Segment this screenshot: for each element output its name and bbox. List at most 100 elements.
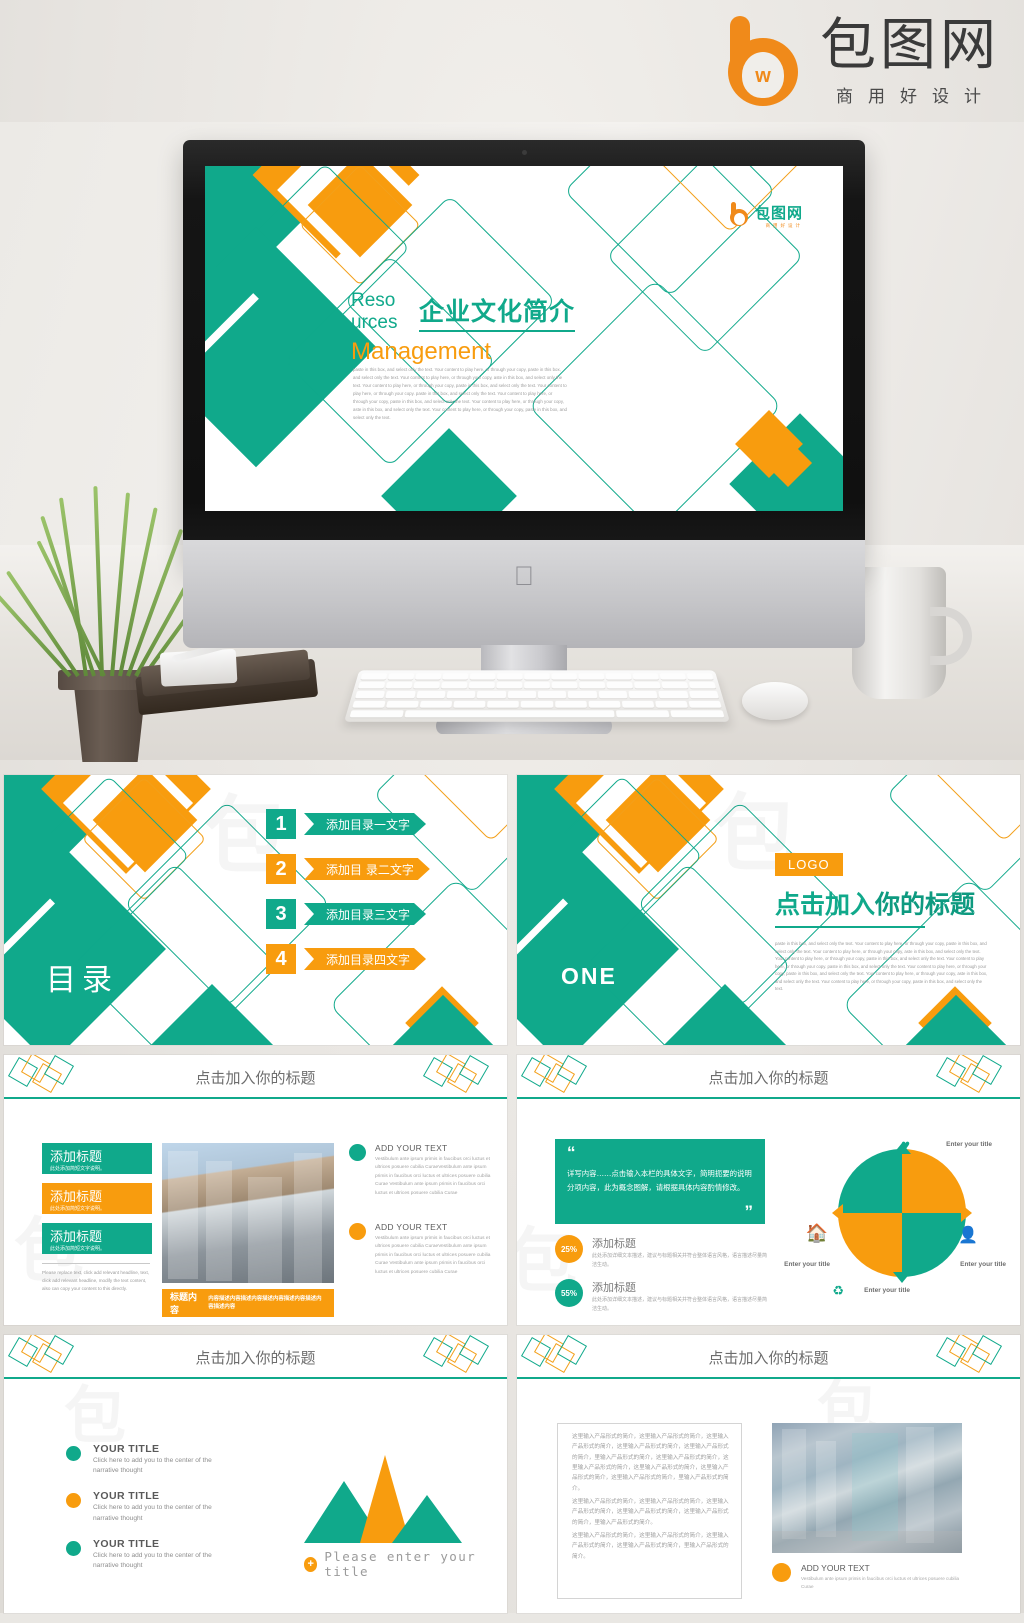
slide-section-one[interactable]: 包 ONE LOGO 点击加入你的标题 paste in this box, a… (517, 775, 1020, 1045)
apple-logo-icon:  (511, 561, 537, 591)
four-quadrant-diagram (832, 1143, 972, 1283)
slide-title: 点击加入你的标题 (708, 1069, 829, 1087)
product-paragraph: 这里输入产品形式的简介，这里输入产品形式的简介，这里输入产品形式的简介，这里输入… (572, 1434, 729, 1492)
pie-label-bottom: Enter your title (864, 1287, 910, 1294)
quadrant-top-right (902, 1149, 966, 1213)
stat-percent: 25% (555, 1235, 583, 1263)
plus-icon: + (304, 1556, 318, 1572)
brand-text: 包图网 商用好设计 (820, 13, 1000, 108)
slide-text-photo[interactable]: 点击加入你的标题 包 这里输入产品形式的简介，这里输入产品形式的简介，这里输入产… (517, 1335, 1020, 1613)
pie-label-left: Enter your title (784, 1261, 830, 1268)
card-subtitle: 此处添加简短文字说明。 (50, 1246, 106, 1252)
mountain-right (392, 1495, 462, 1543)
card-item[interactable]: 添加标题 此处添加简短文字说明。 (42, 1223, 152, 1254)
section-title-part1: 点击加入 (775, 890, 876, 919)
cover-title-cn: 企业文化简介 (419, 292, 576, 332)
bullet-dot-icon (349, 1222, 366, 1240)
toc-item[interactable]: 4 添加目录四文字 (266, 944, 496, 974)
toc-item-label: 添加目录四文字 (304, 948, 426, 970)
section-title: 点击加入你的标题 (775, 885, 1010, 921)
bullet-dot-icon (66, 1493, 81, 1509)
slide-bullets-mountain[interactable]: 点击加入你的标题 包 YOUR TITLE Click here to add … (4, 1335, 507, 1613)
bullet-item: YOUR TITLE Click here to add you to the … (66, 1490, 236, 1523)
quadrant-bottom-left (838, 1213, 902, 1277)
imac-chin (183, 540, 865, 648)
person-icon: 👤 (958, 1227, 978, 1244)
logo-mark-icon (729, 202, 750, 226)
quadrant-top-left (838, 1149, 902, 1213)
page-root: w 包图网 商用好设计 包图网 商用好设计 Reso urces 企业文化简介 … (0, 0, 1024, 1613)
slide-title: 点击加入你的标题 (195, 1069, 316, 1087)
add-text-block: ADD YOUR TEXT Vestibulum ante ipsum prim… (772, 1563, 966, 1591)
add-text-body: Vestibulum ante ipsum primis in faucibus… (375, 1157, 491, 1196)
brand-name: 包图网 (820, 13, 1000, 78)
keyboard (344, 670, 730, 722)
coffee-mug (852, 567, 972, 702)
stat-title: 添加标题 (592, 1237, 636, 1250)
baotu-b-icon: w (724, 14, 806, 106)
card-list: 添加标题 此处添加简短文字说明。 添加标题 此处添加简短文字说明。 添加标题 此… (42, 1143, 152, 1292)
bullet-item: YOUR TITLE Click here to add you to the … (66, 1538, 236, 1571)
bullet-title: YOUR TITLE (93, 1537, 160, 1550)
add-text-block: ADD YOUR TEXT Vestibulum ante ipsum prim… (349, 1222, 494, 1277)
desk-mockup: 包图网 商用好设计 Reso urces 企业文化简介 Management p… (0, 122, 1024, 762)
slide-row-3: 点击加入你的标题 包 YOUR TITLE Click here to add … (0, 1335, 1024, 1613)
orange-caption-bar: 标题内容 内容描述内容描述内容描述内容描述内容描述内容描述内容 (162, 1289, 334, 1317)
stat-item: 55% 添加标题 此处添加详细文本描述，建议与标题相关并符合整体语言风格，语言描… (555, 1279, 770, 1313)
cover-body-text: paste in this box, and select only the t… (353, 367, 567, 420)
product-paragraph: 这里输入产品形式的简介，这里输入产品形式的简介，这里输入产品形式的简介，这里输入… (572, 1499, 729, 1526)
logo-w-glyph: w (755, 65, 771, 87)
site-logo[interactable]: w 包图网 商用好设计 (724, 14, 1000, 107)
slide-logo-sub: 商用好设计 (765, 223, 803, 228)
slide-row-2: 点击加入你的标题 包 添加标题 此处添加简短文字说明。 添加标题 此处添加简短文… (0, 1055, 1024, 1325)
toc-list: 1 添加目录一文字 2 添加目 录二文字 3 添加目录三文字 4 添加目录四文字 (266, 809, 496, 989)
toc-label: 目录 (46, 963, 118, 998)
add-text-title: ADD YOUR TEXT (801, 1563, 870, 1573)
toc-item[interactable]: 3 添加目录三文字 (266, 899, 496, 929)
toc-item-number: 2 (266, 854, 296, 884)
bullet-body: Click here to add you to the center of t… (93, 1457, 212, 1475)
building-photo-2 (772, 1423, 962, 1553)
bullet-body: Click here to add you to the center of t… (93, 1504, 212, 1522)
stat-item: 25% 添加标题 此处添加详细文本描述，建议与标题相关并符合整体语言风格，语言描… (555, 1235, 770, 1269)
card-subtitle: 此处添加简短文字说明。 (50, 1166, 106, 1172)
bullet-body: Click here to add you to the center of t… (93, 1551, 212, 1570)
cover-eyebrow: Reso urces (351, 290, 398, 333)
pie-label-right: Enter your title (960, 1261, 1006, 1268)
bullet-item: YOUR TITLE Click here to add you to the … (66, 1443, 236, 1476)
slide-cards-photo[interactable]: 点击加入你的标题 包 添加标题 此处添加简短文字说明。 添加标题 此处添加简短文… (4, 1055, 507, 1325)
logo-placeholder-badge[interactable]: LOGO (775, 853, 843, 876)
bar-title: 标题内容 (170, 1293, 198, 1316)
brand-tagline: 商用好设计 (836, 87, 996, 107)
mountain-caption-text: Please enter your title (324, 1549, 477, 1579)
slide-table-of-contents[interactable]: 包 目录 1 添加目录一文字 2 添加目 录二文字 3 添加目录三文字 4 添加… (4, 775, 507, 1045)
imac-display: 包图网 商用好设计 Reso urces 企业文化简介 Management p… (183, 140, 865, 734)
quote-open-mark: “ (567, 1143, 576, 1162)
toc-item-number: 1 (266, 809, 296, 839)
bullet-title: YOUR TITLE (93, 1490, 160, 1503)
toc-item[interactable]: 2 添加目 录二文字 (266, 854, 496, 884)
slide-logo: 包图网 商用好设计 (729, 202, 803, 229)
stat-title: 添加标题 (592, 1281, 636, 1294)
toc-item-label: 添加目 录二文字 (304, 858, 430, 880)
slide-quote-pie[interactable]: 点击加入你的标题 包 “ 详写内容……点击输入本栏的具体文字，简明扼要的说明分项… (517, 1055, 1020, 1325)
toc-item-label: 添加目录三文字 (304, 903, 426, 925)
recycle-icon: ♻ (832, 1283, 844, 1298)
pie-label-top: Enter your title (946, 1141, 992, 1148)
toc-item-number: 4 (266, 944, 296, 974)
card-item[interactable]: 添加标题 此处添加简短文字说明。 (42, 1143, 152, 1174)
stat-body: 此处添加详细文本描述，建议与标题相关并符合整体语言风格，语言描述尽量简洁生动。 (592, 1253, 768, 1268)
bar-body: 内容描述内容描述内容描述内容描述内容描述内容描述内容 (208, 1295, 322, 1310)
slide-header: 点击加入你的标题 (4, 1055, 507, 1099)
quadrant-bottom-right (902, 1213, 966, 1277)
bullet-dot-icon (772, 1563, 791, 1582)
mountain-graphic (304, 1455, 464, 1543)
bullet-title: YOUR TITLE (93, 1443, 160, 1455)
mouse (742, 682, 808, 720)
card-item[interactable]: 添加标题 此处添加简短文字说明。 (42, 1183, 152, 1214)
section-underline (775, 926, 925, 928)
toc-item[interactable]: 1 添加目录一文字 (266, 809, 496, 839)
potted-plant (0, 472, 232, 762)
product-description-box: 这里输入产品形式的简介，这里输入产品形式的简介，这里输入产品形式的简介，这里输入… (557, 1423, 742, 1599)
heart-icon: ♥ (901, 1137, 910, 1154)
